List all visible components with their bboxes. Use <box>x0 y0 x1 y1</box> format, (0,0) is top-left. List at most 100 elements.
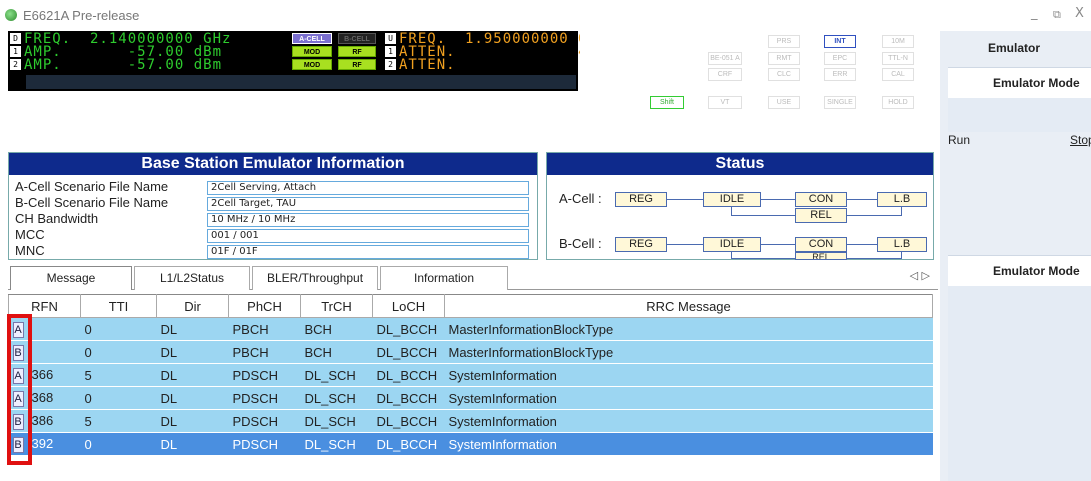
info-value-a-cell: 2Cell Serving, Attach <box>207 181 529 195</box>
minimize-button[interactable]: _ <box>1031 6 1038 21</box>
status-panel-header: Status <box>547 153 933 175</box>
clc-button[interactable]: CLC <box>768 68 800 81</box>
dir-cell-text: DL <box>160 436 178 452</box>
emulator-mode-body-1 <box>948 98 1091 132</box>
info-value-b-cell: 2Cell Target, TAU <box>207 197 529 211</box>
rmt-button[interactable]: RMT <box>768 52 800 65</box>
tab-message[interactable]: Message <box>10 266 132 290</box>
tab-l1l2-status[interactable]: L1/L2Status <box>134 266 250 290</box>
a-idle-state: IDLE <box>703 192 761 207</box>
loch-cell-text: DL_BCCH <box>376 413 438 429</box>
col-loch[interactable]: LoCH <box>372 294 445 318</box>
emulator-mode-panel-1: Emulator Mode <box>948 67 1091 132</box>
int-button[interactable]: INT <box>824 35 856 48</box>
info-panel-header: Base Station Emulator Information <box>9 153 537 175</box>
col-trch[interactable]: TrCH <box>300 294 373 318</box>
a-cell-status-label: A-Cell : <box>559 191 602 206</box>
phch-cell-text: PBCH <box>232 344 269 360</box>
prs-button[interactable]: PRS <box>768 35 800 48</box>
loch-cell: DL_BCCH <box>372 432 445 456</box>
rf-tag-1[interactable]: RF <box>338 46 376 57</box>
app-icon <box>5 9 17 21</box>
phch-cell: PBCH <box>228 317 301 341</box>
tab-information[interactable]: Information <box>380 266 508 290</box>
use-button[interactable]: USE <box>768 96 800 109</box>
rrc-message-cell-text: SystemInformation <box>448 413 557 429</box>
tab-bler-throughput[interactable]: BLER/Throughput <box>252 266 378 290</box>
emulator-mode-header-1: Emulator Mode <box>993 76 1080 90</box>
col-rrc-message[interactable]: RRC Message <box>444 294 933 318</box>
emulator-mode-header-2: Emulator Mode <box>993 264 1080 278</box>
base-station-info-panel: Base Station Emulator Information A-Cell… <box>8 152 538 260</box>
loch-cell: DL_BCCH <box>372 409 445 433</box>
stop-link[interactable]: Stop <box>1070 133 1091 147</box>
dir-cell: DL <box>156 317 229 341</box>
b-cell-tag[interactable]: B-CELL <box>338 33 376 44</box>
button-panel: PRS INT 10M BE-051 A RMT EPC TTL-N CRF C… <box>580 31 935 91</box>
lcd-amp-2: AMP. -57.00 dBm <box>24 57 223 73</box>
rrc-message-cell-text: SystemInformation <box>448 390 557 406</box>
table-row[interactable]: B 392 0 DL PDSCH DL_SCH DL_BCCH SystemInformati… <box>8 432 933 456</box>
hold-button[interactable]: HOLD <box>882 96 914 109</box>
table-row[interactable]: A 0 DL PBCH BCH DL_BCCH MasterInformationBlock… <box>8 317 933 341</box>
restore-button[interactable]: ⧉ <box>1053 8 1061 22</box>
rfn-value: 386 <box>31 412 54 428</box>
trch-cell: DL_SCH <box>300 386 373 410</box>
crf-button[interactable]: CRF <box>708 68 742 81</box>
table-row[interactable]: B 0 DL PBCH BCH DL_BCCH MasterInformationBlock… <box>8 340 933 364</box>
phch-cell: PDSCH <box>228 409 301 433</box>
tab-scroll-arrows[interactable]: ◁ ▷ <box>910 269 930 282</box>
phch-cell: PDSCH <box>228 432 301 456</box>
trch-cell: DL_SCH <box>300 363 373 387</box>
emulator-sidebar: Emulator Emulator Mode Emulator Mode <box>940 31 1091 481</box>
tti-cell: 0 <box>80 432 157 456</box>
trch-cell-text: DL_SCH <box>304 413 356 429</box>
b-rel-h2 <box>847 258 902 259</box>
trch-cell: DL_SCH <box>300 432 373 456</box>
emulator-mode-body-2 <box>948 286 1091 481</box>
dir-cell-text: DL <box>160 321 178 337</box>
table-row[interactable]: B 386 5 DL PDSCH DL_SCH DL_BCCH SystemInformati… <box>8 409 933 433</box>
title-bar: E6621A Pre-release <box>0 0 1091 30</box>
lcd-index-d: D <box>10 33 21 44</box>
mod-tag-2[interactable]: MOD <box>292 59 332 70</box>
col-tti[interactable]: TTI <box>80 294 157 318</box>
a-line-2 <box>761 199 795 200</box>
rrc-message-cell: MasterInformationBlockType <box>444 340 933 364</box>
col-dir[interactable]: Dir <box>156 294 229 318</box>
lcd-index-u1: 1 <box>385 46 396 57</box>
loch-cell-text: DL_BCCH <box>376 321 438 337</box>
vt-button[interactable]: VT <box>708 96 742 109</box>
message-table: RFN TTI Dir PhCH TrCH LoCH RRC Message A… <box>8 294 933 456</box>
col-phch[interactable]: PhCH <box>228 294 301 318</box>
loch-cell-text: DL_BCCH <box>376 390 438 406</box>
be-051a-button[interactable]: BE-051 A <box>708 52 742 65</box>
a-con-state: CON <box>795 192 847 207</box>
shift-button[interactable]: Shift <box>650 96 684 109</box>
single-button[interactable]: SINGLE <box>824 96 856 109</box>
tti-cell-text: 0 <box>84 390 92 406</box>
info-value-mnc: 01F / 01F <box>207 245 529 259</box>
table-row[interactable]: A 366 5 DL PDSCH DL_SCH DL_BCCH SystemInformati… <box>8 363 933 387</box>
err-button[interactable]: ERR <box>824 68 856 81</box>
epc-button[interactable]: EPC <box>824 52 856 65</box>
table-row[interactable]: A 368 0 DL PDSCH DL_SCH DL_BCCH SystemInformati… <box>8 386 933 410</box>
a-cell-tag[interactable]: A-CELL <box>292 33 332 44</box>
cal-button[interactable]: CAL <box>882 68 914 81</box>
table-header-row: RFN TTI Dir PhCH TrCH LoCH RRC Message <box>8 294 933 318</box>
tti-cell-text: 0 <box>84 344 92 360</box>
close-button[interactable]: X <box>1075 6 1084 21</box>
ttl-n-button[interactable]: TTL-N <box>882 52 914 65</box>
dir-cell: DL <box>156 409 229 433</box>
a-line-3 <box>847 199 877 200</box>
phch-cell-text: PBCH <box>232 321 269 337</box>
rfn-value: 368 <box>31 389 54 405</box>
rf-tag-2[interactable]: RF <box>338 59 376 70</box>
mod-tag-1[interactable]: MOD <box>292 46 332 57</box>
rrc-message-cell: SystemInformation <box>444 432 933 456</box>
trch-cell-text: BCH <box>304 321 332 337</box>
a-rel-h1 <box>731 215 795 216</box>
10m-button[interactable]: 10M <box>882 35 914 48</box>
trch-cell: BCH <box>300 317 373 341</box>
tti-cell: 0 <box>80 317 157 341</box>
